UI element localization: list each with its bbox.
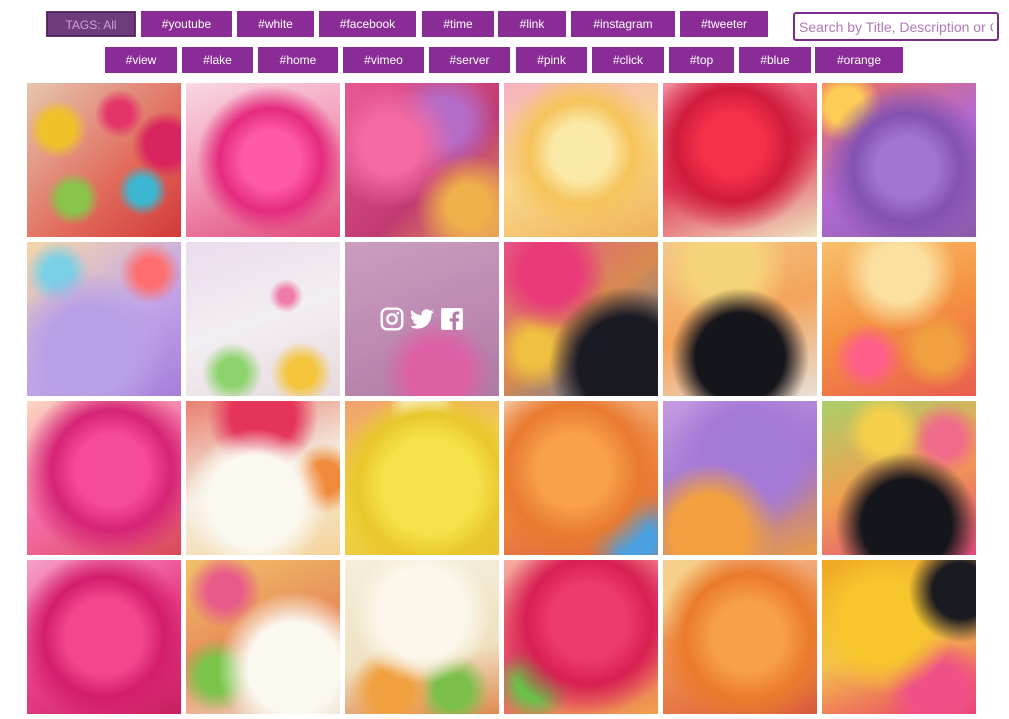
gallery-tile[interactable] <box>186 560 340 714</box>
gallery-tile[interactable] <box>504 83 658 237</box>
gallery-tile[interactable] <box>27 242 181 396</box>
gallery-tile[interactable] <box>345 83 499 237</box>
gallery-tile[interactable] <box>504 401 658 555</box>
tag-server[interactable]: #server <box>429 47 510 73</box>
gallery-tile[interactable] <box>186 242 340 396</box>
tag-view[interactable]: #view <box>105 47 177 73</box>
gallery-tile[interactable] <box>822 83 976 237</box>
gallery-tile[interactable] <box>345 242 499 396</box>
tag-facebook[interactable]: #facebook <box>319 11 416 37</box>
twitter-icon[interactable] <box>409 306 435 332</box>
tag-top[interactable]: #top <box>669 47 734 73</box>
tag-youtube[interactable]: #youtube <box>141 11 232 37</box>
gallery-tile[interactable] <box>345 560 499 714</box>
gallery-tile[interactable] <box>27 560 181 714</box>
tag-lake[interactable]: #lake <box>182 47 253 73</box>
gallery-tile[interactable] <box>186 83 340 237</box>
tag-link[interactable]: #link <box>498 11 566 37</box>
gallery-tile[interactable] <box>186 401 340 555</box>
tag-instagram[interactable]: #instagram <box>571 11 675 37</box>
gallery-tile[interactable] <box>663 242 817 396</box>
gallery-tile[interactable] <box>27 83 181 237</box>
tag-click[interactable]: #click <box>592 47 664 73</box>
gallery-tile[interactable] <box>822 242 976 396</box>
gallery-tile[interactable] <box>27 401 181 555</box>
search-input[interactable] <box>793 12 999 41</box>
gallery-tile[interactable] <box>504 560 658 714</box>
tag-white[interactable]: #white <box>237 11 314 37</box>
gallery-tile[interactable] <box>663 83 817 237</box>
gallery-tile[interactable] <box>504 242 658 396</box>
tag-orange[interactable]: #orange <box>815 47 903 73</box>
instagram-icon[interactable] <box>379 306 405 332</box>
tag-vimeo[interactable]: #vimeo <box>343 47 424 73</box>
gallery-tile[interactable] <box>822 401 976 555</box>
facebook-icon[interactable] <box>439 306 465 332</box>
gallery-tile[interactable] <box>663 401 817 555</box>
tag-time[interactable]: #time <box>422 11 494 37</box>
gallery-tile[interactable] <box>663 560 817 714</box>
gallery-tile[interactable] <box>345 401 499 555</box>
tile-share-overlay <box>345 242 499 396</box>
tag-tags-all[interactable]: TAGS: All <box>46 11 136 37</box>
tag-pink[interactable]: #pink <box>516 47 587 73</box>
gallery-tile[interactable] <box>822 560 976 714</box>
photo-gallery-grid <box>27 83 977 715</box>
tag-blue[interactable]: #blue <box>739 47 811 73</box>
tag-home[interactable]: #home <box>258 47 338 73</box>
tag-tweeter[interactable]: #tweeter <box>680 11 768 37</box>
